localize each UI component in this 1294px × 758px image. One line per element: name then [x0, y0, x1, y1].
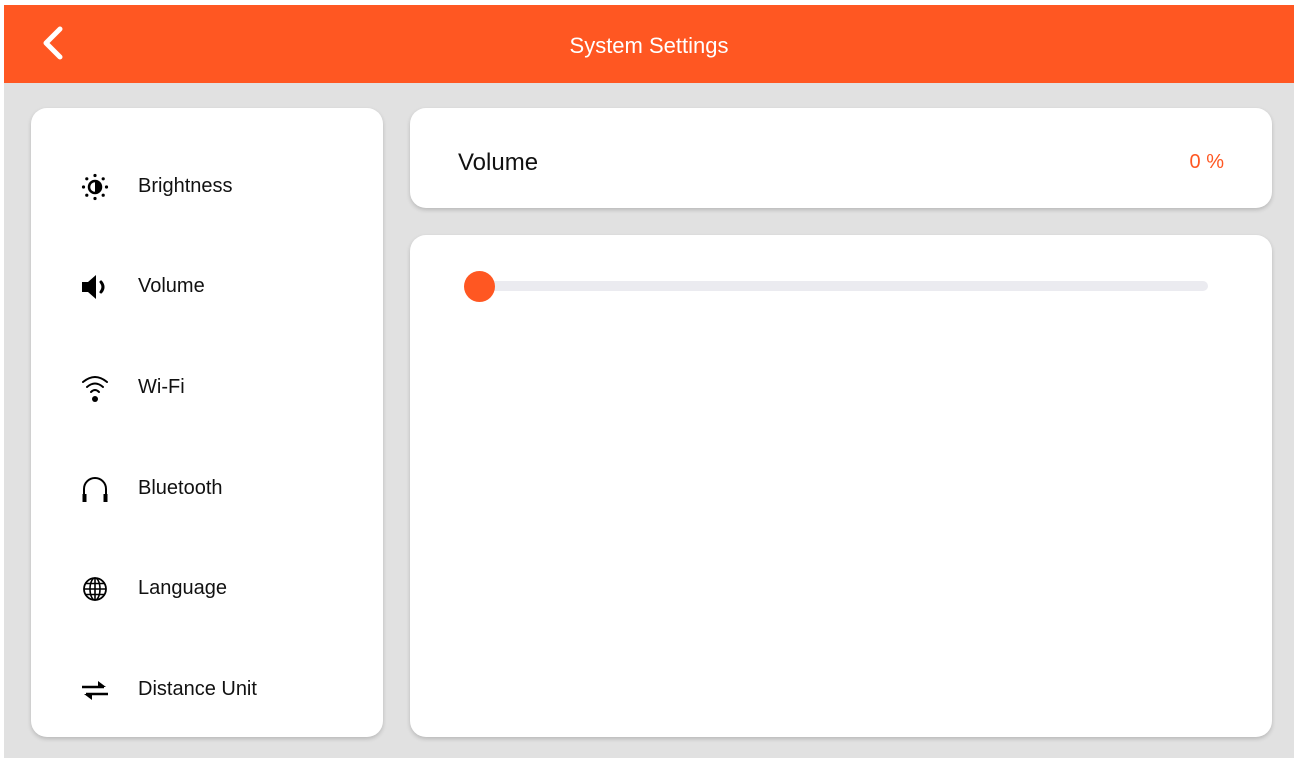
sidebar-item-brightness[interactable]: Brightness	[31, 155, 383, 219]
sidebar-item-label: Volume	[138, 275, 205, 297]
sidebar-item-volume[interactable]: Volume	[31, 255, 383, 319]
sidebar-item-label: Language	[138, 577, 227, 599]
slider-thumb[interactable]	[464, 271, 495, 302]
settings-screen: System Settings Brightness Volume Wi-Fi …	[4, 5, 1294, 758]
globe-icon	[83, 577, 107, 601]
sidebar-item-label: Bluetooth	[138, 477, 223, 499]
sidebar-item-language[interactable]: Language	[31, 557, 383, 621]
sidebar-item-label: Brightness	[138, 175, 233, 197]
volume-value: 0 %	[1189, 151, 1224, 173]
slider-track[interactable]	[464, 281, 1208, 291]
speaker-icon	[82, 275, 105, 299]
swap-arrows-icon	[82, 681, 108, 700]
sidebar-item-label: Distance Unit	[138, 678, 257, 700]
brightness-icon	[81, 173, 109, 201]
setting-content-card	[410, 235, 1272, 737]
wifi-icon	[82, 376, 108, 402]
setting-header-card: Volume 0 %	[410, 108, 1272, 208]
sidebar-item-distance-unit[interactable]: Distance Unit	[31, 658, 383, 722]
volume-slider[interactable]	[464, 269, 1208, 303]
headphones-icon	[82, 477, 108, 502]
setting-title: Volume	[458, 149, 539, 176]
settings-sidebar: Brightness Volume Wi-Fi Bluetooth Langua…	[31, 108, 383, 737]
page-title: System Settings	[569, 33, 729, 58]
sidebar-item-label: Wi-Fi	[138, 376, 185, 398]
sidebar-item-bluetooth[interactable]: Bluetooth	[31, 457, 383, 521]
back-button[interactable]	[34, 23, 74, 63]
sidebar-item-wifi[interactable]: Wi-Fi	[31, 356, 383, 420]
chevron-left-icon	[43, 26, 63, 60]
top-app-bar: System Settings	[4, 5, 1294, 83]
